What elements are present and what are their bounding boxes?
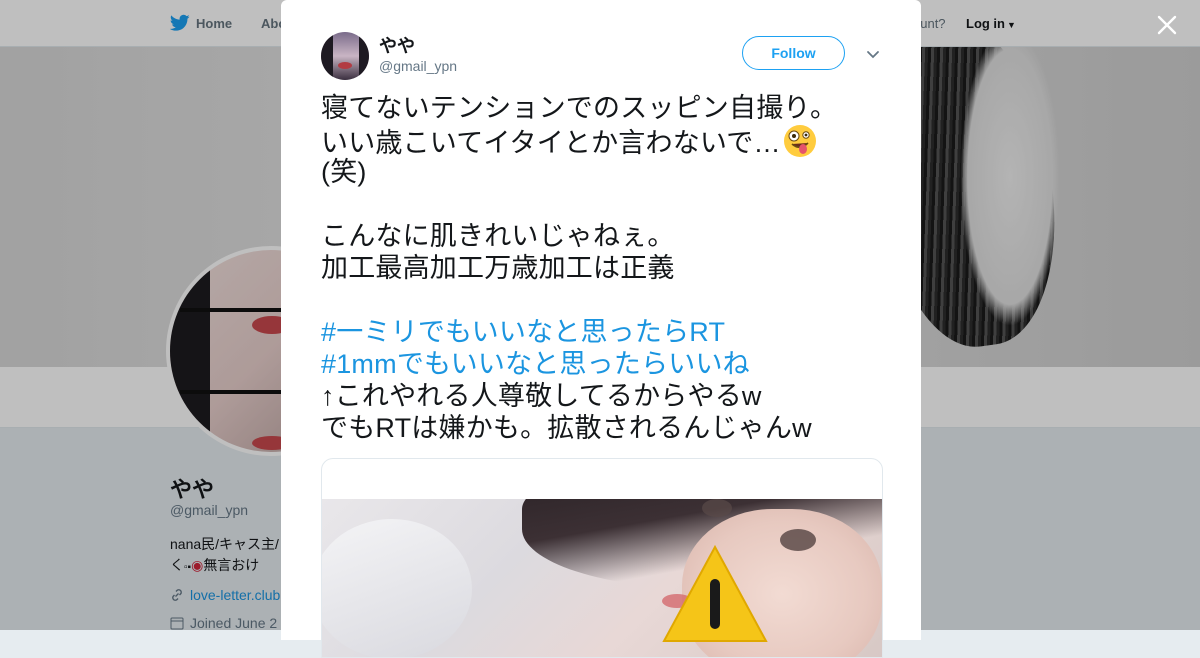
close-icon xyxy=(1157,15,1177,35)
chevron-down-icon xyxy=(867,51,879,59)
zany-face-icon xyxy=(783,125,816,157)
tweet-line: でもRTは嫌かも。拡散されるんじゃんw xyxy=(321,413,812,443)
tweet-text: 寝てないテンションでのスッピン自撮り。 いい歳こいてイタイとか言わないで… (笑… xyxy=(321,92,891,444)
tweet-line: ↑これやれる人尊敬してるからやるw xyxy=(321,381,762,411)
hashtag-link[interactable]: #一ミリでもいいなと思ったらRT xyxy=(321,316,891,348)
tweet-photo[interactable] xyxy=(322,499,882,657)
close-button[interactable] xyxy=(1152,10,1182,40)
tweet-options-button[interactable] xyxy=(863,44,883,64)
tweet-line: 加工最高加工万歳加工は正義 xyxy=(321,253,675,283)
tweet-line: いい歳こいてイタイとか言わないで… xyxy=(321,124,891,158)
tweet-author-avatar[interactable] xyxy=(321,32,369,80)
tweet-author-handle[interactable]: @gmail_ypn xyxy=(379,58,457,74)
tweet-media[interactable] xyxy=(321,458,883,658)
tweet-line-text: いい歳こいてイタイとか言わないで… xyxy=(321,128,781,158)
follow-button[interactable]: Follow xyxy=(742,36,845,70)
tweet-line: こんなに肌きれいじゃねぇ。 xyxy=(321,221,675,251)
hashtag-link[interactable]: #1mmでもいいなと思ったらいいね xyxy=(321,348,891,380)
tweet-modal: やや @gmail_ypn Follow 寝てないテンションでのスッピン自撮り。… xyxy=(281,0,921,658)
tweet-line: (笑) xyxy=(321,157,367,187)
tweet-author-name[interactable]: やや xyxy=(379,32,415,58)
warning-icon xyxy=(662,544,768,642)
tweet-line: 寝てないテンションでのスッピン自撮り。 xyxy=(321,93,838,123)
